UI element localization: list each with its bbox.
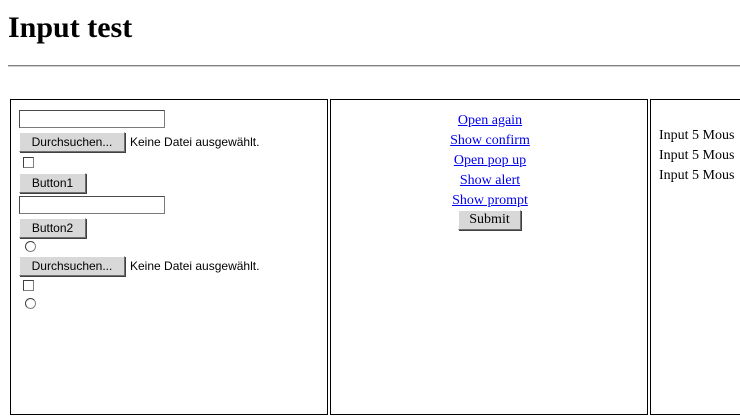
link-show-alert[interactable]: Show alert: [331, 171, 647, 191]
horizontal-rule: [8, 65, 740, 67]
checkbox-1[interactable]: [23, 157, 34, 168]
file-status-2: Keine Datei ausgewählt.: [130, 259, 260, 273]
file-browse-button-1[interactable]: Durchsuchen...: [19, 132, 125, 152]
log-line-1: Input 5 Mous: [659, 128, 735, 143]
text-input-2[interactable]: [19, 196, 165, 214]
file-status-1: Keine Datei ausgewählt.: [130, 135, 260, 149]
left-frame: Durchsuchen... Keine Datei ausgewählt. B…: [10, 99, 328, 415]
link-show-prompt[interactable]: Show prompt: [331, 191, 647, 211]
file-browse-button-2[interactable]: Durchsuchen...: [19, 256, 125, 276]
page-title: Input test: [8, 11, 133, 44]
radio-2[interactable]: [25, 298, 36, 309]
log-line-3: Input 5 Mous: [659, 168, 735, 183]
submit-button[interactable]: Submit: [458, 210, 521, 230]
radio-1[interactable]: [25, 241, 36, 252]
middle-frame: Open again Show confirm Open pop up Show…: [330, 99, 648, 415]
text-input-1[interactable]: [19, 110, 165, 128]
link-open-again[interactable]: Open again: [331, 111, 647, 131]
right-frame: Input 5 Mous Input 5 Mous Input 5 Mous: [650, 99, 740, 415]
link-open-pop-up[interactable]: Open pop up: [331, 151, 647, 171]
checkbox-2[interactable]: [23, 280, 34, 291]
button1[interactable]: Button1: [19, 173, 86, 193]
log-line-2: Input 5 Mous: [659, 148, 735, 163]
link-show-confirm[interactable]: Show confirm: [331, 131, 647, 151]
button2[interactable]: Button2: [19, 218, 86, 238]
